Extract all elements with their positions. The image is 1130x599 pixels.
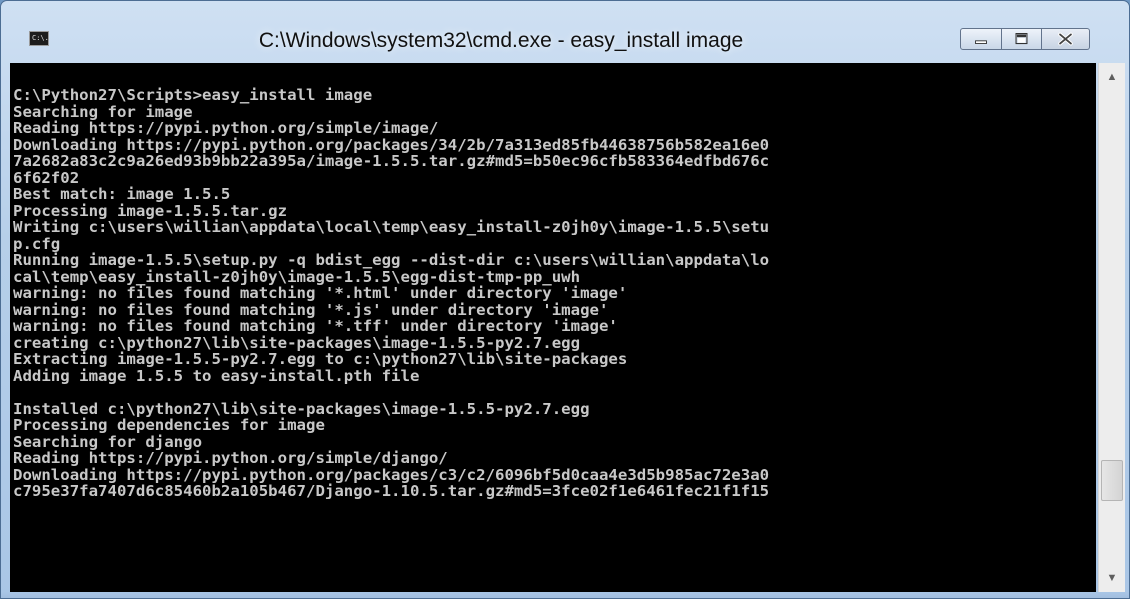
close-icon xyxy=(1058,32,1073,46)
scroll-down-arrow-icon[interactable]: ▼ xyxy=(1105,572,1119,584)
console-line: Reading https://pypi.python.org/simple/i… xyxy=(13,119,439,137)
console-line: cal\temp\easy_install-z0jh0y\image-1.5.5… xyxy=(13,267,581,286)
console-line: Running image-1.5.5\setup.py -q bdist_eg… xyxy=(13,251,770,269)
console-line: Extracting image-1.5.5-py2.7.egg to c:\p… xyxy=(13,350,628,368)
console-line: p.cfg xyxy=(13,234,61,253)
console-line: Installed c:\python27\lib\site-packages\… xyxy=(13,399,590,418)
console-line: Adding image 1.5.5 to easy-install.pth f… xyxy=(13,366,420,385)
window-bottom-border xyxy=(1,592,1129,598)
maximize-button[interactable] xyxy=(1002,28,1042,50)
console-output[interactable]: C:\Python27\Scripts>easy_install image Se… xyxy=(10,63,1096,592)
console-line: Processing image-1.5.5.tar.gz xyxy=(13,201,288,220)
console-line: warning: no files found matching '*.tff'… xyxy=(13,317,618,335)
title-bar[interactable]: C:\. C:\Windows\system32\cmd.exe - easy_… xyxy=(1,1,1129,63)
window-title: C:\Windows\system32\cmd.exe - easy_insta… xyxy=(258,29,744,52)
console-line: warning: no files found matching '*.html… xyxy=(13,284,628,302)
close-button[interactable] xyxy=(1042,28,1090,50)
scroll-thumb[interactable] xyxy=(1101,459,1123,501)
vertical-scrollbar[interactable]: ▲ ▼ xyxy=(1098,63,1125,592)
console-line: Processing dependencies for image xyxy=(13,416,325,434)
console-line: 7a2682a83c2c9a26ed93b9bb22a395a/image-1.… xyxy=(13,152,770,170)
console-line: Downloading https://pypi.python.org/pack… xyxy=(13,465,770,484)
scroll-up-arrow-icon[interactable]: ▲ xyxy=(1105,71,1119,83)
console-line: Best match: image 1.5.5 xyxy=(13,185,231,203)
console-line: Searching for django xyxy=(13,432,203,451)
minimize-icon xyxy=(975,40,987,44)
maximize-icon xyxy=(1015,33,1028,45)
minimize-button[interactable] xyxy=(960,28,1002,50)
console-line: Writing c:\users\willian\appdata\local\t… xyxy=(13,218,770,236)
cmd-window: C:\. C:\Windows\system32\cmd.exe - easy_… xyxy=(0,0,1130,599)
console-line: C:\Python27\Scripts>easy_install image xyxy=(13,86,373,104)
console-line: c795e37fa7407d6c85460b2a105b467/Django-1… xyxy=(13,482,770,500)
console-text: C:\Python27\Scripts>easy_install image Se… xyxy=(13,87,769,500)
console-line: warning: no files found matching '*.js' … xyxy=(13,300,609,319)
console-line: Searching for image xyxy=(13,102,193,121)
console-line: Reading https://pypi.python.org/simple/d… xyxy=(13,449,448,467)
console-line: 6f62f02 xyxy=(13,168,80,187)
console-line: Downloading https://pypi.python.org/pack… xyxy=(13,135,770,154)
console-line: creating c:\python27\lib\site-packages\i… xyxy=(13,333,581,352)
